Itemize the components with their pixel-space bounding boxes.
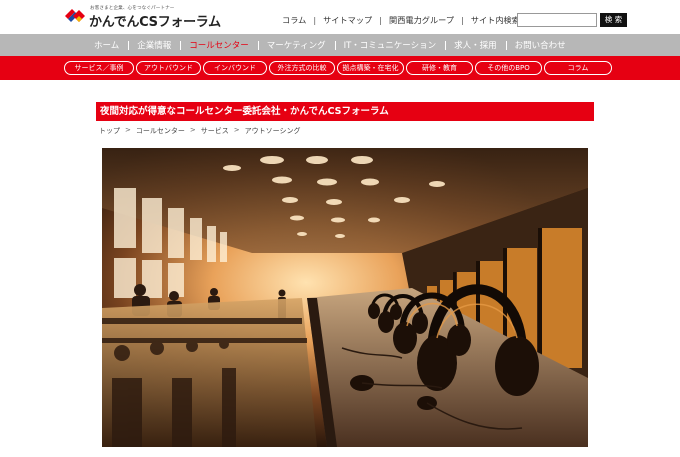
nav-item-home[interactable]: ホーム [85,34,128,56]
util-separator: | [461,15,464,25]
hero-image [102,148,588,447]
util-label-site-search: サイト内検索 [470,15,520,25]
call-center-photo [102,148,588,447]
search-input[interactable] [517,13,597,27]
site-header: お客さまと企業、心をつなぐパートナー かんでんCSフォーラム コラム | サイト… [0,0,680,34]
logo-mark-icon [65,9,85,22]
logo-name: かんでんCSフォーラム [89,15,221,30]
nav-item-contact[interactable]: お問い合わせ [505,34,575,56]
nav-item-marketing[interactable]: マーケティング [257,34,335,56]
subnav-pill-services[interactable]: サービス／事例 [64,61,134,75]
subnav-pill-training[interactable]: 研修・教育 [406,61,473,75]
subnav-pill-inbound[interactable]: インバウンド [203,61,267,75]
util-separator: | [313,15,317,25]
breadcrumb-link-top[interactable]: トップ [99,126,120,136]
nav-item-it-communication[interactable]: IT・コミュニケーション [334,34,446,56]
nav-item-call-center[interactable]: コールセンター [180,34,258,56]
breadcrumb: トップ > コールセンター > サービス > アウトソーシング [99,126,301,136]
nav-item-recruit[interactable]: 求人・採用 [445,34,506,56]
util-link-sitemap[interactable]: サイトマップ [323,14,372,26]
breadcrumb-current: アウトソーシング [244,127,301,135]
util-link-kepco-group[interactable]: 関西電力グループ [389,14,454,26]
subnav-pill-outbound[interactable]: アウトバウンド [136,61,201,75]
breadcrumb-separator: > [189,126,196,134]
breadcrumb-link-service[interactable]: サービス [201,126,229,136]
site-logo[interactable]: お客さまと企業、心をつなぐパートナー かんでんCSフォーラム [64,5,224,30]
util-separator: | [379,15,382,25]
subnav-pill-other-bpo[interactable]: その他のBPO [475,61,542,75]
util-link-column[interactable]: コラム [282,14,306,26]
site-search: 検 索 [517,13,627,27]
subnav-pill-comparison[interactable]: 外注方式の比較 [269,61,335,75]
main-nav: ホーム 企業情報 コールセンター マーケティング IT・コミュニケーション 求人… [0,34,680,56]
page-title: 夜間対応が得意なコールセンター委託会社・かんでんCSフォーラム [96,102,594,121]
breadcrumb-separator: > [125,126,131,134]
utility-nav: コラム | サイトマップ | 関西電力グループ | サイト内検索 [282,14,520,26]
subnav-pill-base-building[interactable]: 拠点構築・在宅化 [337,61,404,75]
breadcrumb-separator: > [233,126,240,134]
breadcrumb-link-call-center[interactable]: コールセンター [136,126,185,136]
search-button[interactable]: 検 索 [600,13,627,27]
sub-nav: サービス／事例 アウトバウンド インバウンド 外注方式の比較 拠点構築・在宅化 … [0,56,680,80]
subnav-pill-column[interactable]: コラム [544,61,612,75]
nav-item-company[interactable]: 企業情報 [128,34,180,56]
